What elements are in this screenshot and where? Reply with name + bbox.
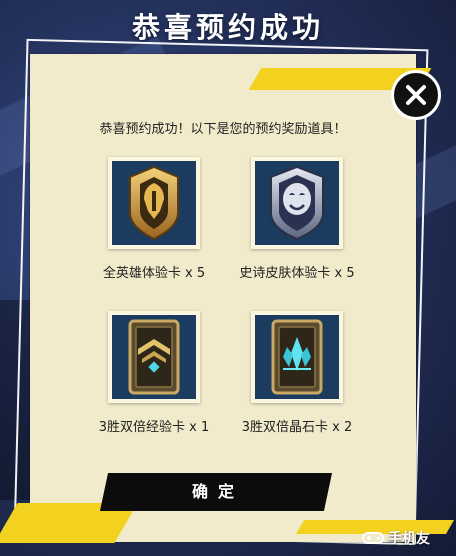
reward-icon-frame — [108, 311, 200, 403]
reward-label: 3胜双倍经验卡 x 1 — [98, 420, 210, 435]
reward-item: 史诗皮肤体验卡 x 5 — [222, 157, 372, 281]
gamepad-logo-icon — [362, 532, 384, 544]
hero-trial-card-icon — [129, 165, 179, 241]
reward-label: 3胜双倍晶石卡 x 2 — [241, 420, 353, 435]
confirm-button[interactable]: 确定 — [103, 473, 333, 511]
reward-icon-frame — [108, 157, 200, 249]
epic-skin-trial-card-icon — [270, 165, 324, 241]
reward-message: 恭喜预约成功！以下是您的预约奖励道具！ — [99, 122, 347, 137]
watermark: 手机友 — [362, 528, 430, 548]
close-icon — [406, 85, 426, 105]
reward-item: 3胜双倍晶石卡 x 2 — [222, 311, 372, 435]
watermark-text: 手机友 — [388, 531, 430, 547]
reward-icon-frame — [251, 311, 343, 403]
close-button[interactable] — [391, 70, 441, 120]
reward-label: 全英雄体验卡 x 5 — [102, 266, 206, 281]
reward-item: 全英雄体验卡 x 5 — [79, 157, 229, 281]
double-crystal-card-icon — [271, 319, 323, 395]
reward-item: 3胜双倍经验卡 x 1 — [79, 311, 229, 435]
double-exp-card-icon — [128, 319, 180, 395]
reward-icon-frame — [251, 157, 343, 249]
confirm-button-background[interactable] — [103, 473, 333, 511]
reward-label: 史诗皮肤体验卡 x 5 — [239, 266, 355, 281]
